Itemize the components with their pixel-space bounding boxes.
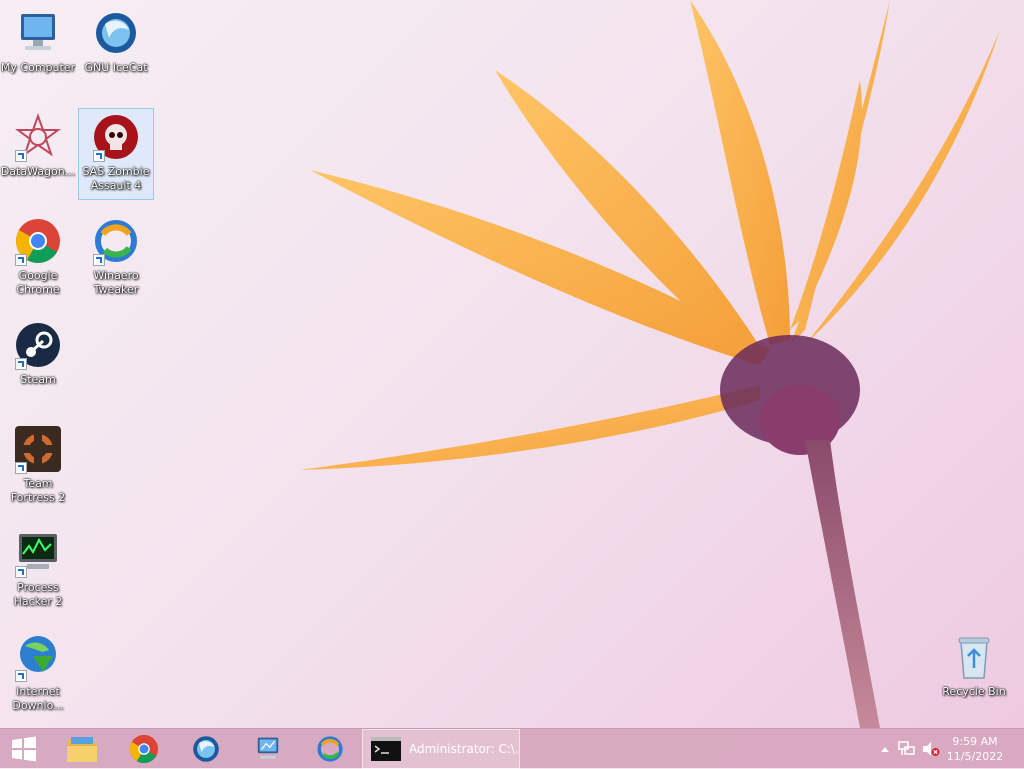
- desktop-icon-process-hacker-2[interactable]: Process Hacker 2: [0, 524, 76, 616]
- start-button[interactable]: [0, 729, 48, 769]
- taskbar-pinned-file-explorer[interactable]: [52, 729, 112, 769]
- desktop-icon-label: SAS Zombie Assault 4: [82, 165, 150, 192]
- network-icon[interactable]: [898, 741, 916, 757]
- taskbar-pinned-google-chrome[interactable]: [114, 729, 174, 769]
- desktop-icon-my-computer[interactable]: My Computer: [0, 4, 76, 96]
- windows-logo-icon: [12, 736, 36, 762]
- desktop-icon-sas-zombie-assault[interactable]: SAS Zombie Assault 4: [78, 108, 154, 200]
- command-prompt-icon: [371, 737, 401, 761]
- desktop-icon-label: Google Chrome: [16, 269, 60, 296]
- chrome-icon: [129, 734, 159, 764]
- file-explorer-icon: [67, 737, 97, 762]
- desktop-icon-label: Internet Downlo...: [12, 685, 64, 712]
- taskbar-window-command-prompt[interactable]: Administrator: C:\...: [362, 729, 520, 769]
- desktop-icon-gnu-icecat[interactable]: GNU IceCat: [78, 4, 154, 96]
- desktop-icon-label: GNU IceCat: [84, 61, 148, 74]
- desktop-icon-label: Winaero Tweaker: [93, 269, 139, 296]
- shortcut-arrow-icon: [15, 150, 27, 162]
- desktop-icon-label: DataWagon...: [0, 165, 76, 178]
- shortcut-arrow-icon: [93, 150, 105, 162]
- clock-date: 11/5/2022: [946, 750, 1004, 763]
- desktop-icon-label: Steam: [20, 373, 56, 386]
- desktop-icon-label: Process Hacker 2: [13, 581, 63, 608]
- computer-icon: [21, 14, 55, 50]
- my-computer-icon: [257, 737, 279, 759]
- shortcut-arrow-icon: [15, 670, 27, 682]
- shortcut-arrow-icon: [15, 462, 27, 474]
- shortcut-arrow-icon: [15, 566, 27, 578]
- taskbar-window-label: Administrator: C:\...: [409, 742, 519, 756]
- taskbar-pinned-winaero-tweaker[interactable]: [300, 729, 360, 769]
- clock-time: 9:59 AM: [952, 735, 998, 748]
- desktop-icon-label: Recycle Bin: [942, 685, 1006, 698]
- winaero-icon: [317, 736, 343, 762]
- flower-petals: [300, 0, 1000, 470]
- flower-center: [720, 335, 860, 455]
- taskbar-pinned-my-computer[interactable]: [238, 729, 298, 769]
- desktop-icon-winaero-tweaker[interactable]: Winaero Tweaker: [78, 212, 154, 304]
- icecat-icon: [96, 13, 136, 53]
- desktop-icon-recycle-bin[interactable]: Recycle Bin: [936, 628, 1012, 720]
- desktop-icon-label: My Computer: [0, 61, 76, 74]
- desktop-icon-steam[interactable]: Steam: [0, 316, 76, 408]
- volume-muted-icon[interactable]: [922, 741, 940, 757]
- show-hidden-icons-chevron-icon[interactable]: [880, 745, 890, 755]
- desktop-icon-label: Team Fortress 2: [10, 477, 66, 504]
- desktop-icon-google-chrome[interactable]: Google Chrome: [0, 212, 76, 304]
- clock[interactable]: 9:59 AM 11/5/2022: [940, 734, 1010, 764]
- desktop-icon-datawagon[interactable]: DataWagon...: [0, 108, 76, 200]
- icecat-icon: [193, 736, 219, 762]
- taskbar-pinned-gnu-icecat[interactable]: [176, 729, 236, 769]
- flower-stem: [805, 440, 880, 728]
- shortcut-arrow-icon: [15, 358, 27, 370]
- taskbar: Administrator: C:\... 9:59 AM 11/5/2022: [0, 728, 1024, 769]
- shortcut-arrow-icon: [15, 254, 27, 266]
- desktop-icon-team-fortress-2[interactable]: Team Fortress 2: [0, 420, 76, 512]
- desktop-icon-internet-download-manager[interactable]: Internet Downlo...: [0, 628, 76, 720]
- recycle-bin-icon: [958, 637, 990, 679]
- shortcut-arrow-icon: [93, 254, 105, 266]
